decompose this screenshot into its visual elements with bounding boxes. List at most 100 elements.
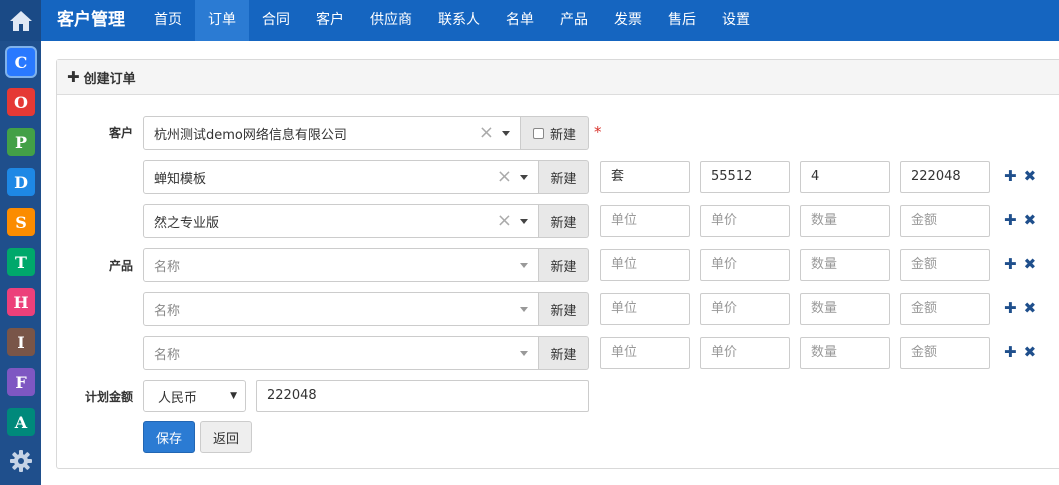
create-order-panel: ✚ 创建订单 客户 杭州测试demo网络信息有限公司 × 新建 * 产品 蝉知模板 × 新建套 5…	[56, 59, 1059, 469]
required-mark: *	[594, 123, 602, 141]
chevron-down-icon	[520, 350, 528, 356]
settings-button[interactable]	[7, 447, 35, 475]
save-button[interactable]: 保存	[143, 421, 195, 453]
new-product-button[interactable]: 新建	[539, 292, 589, 326]
nav-item[interactable]: 首页	[141, 0, 195, 41]
product-select[interactable]: 名称	[143, 292, 539, 326]
new-product-button[interactable]: 新建	[539, 204, 589, 238]
product-label: 产品	[108, 259, 133, 273]
chevron-down-icon	[502, 130, 510, 136]
chevron-down-icon	[520, 174, 528, 180]
price-input[interactable]: 单价	[700, 205, 790, 237]
currency-select[interactable]: 人民币 ▼	[143, 380, 246, 412]
app-icon-c[interactable]: C	[7, 48, 35, 76]
unit-input[interactable]: 单位	[600, 337, 690, 369]
qty-input[interactable]: 数量	[800, 205, 890, 237]
panel-title: 创建订单	[83, 71, 136, 87]
clear-icon[interactable]: ×	[479, 124, 494, 142]
customer-label: 客户	[108, 126, 133, 140]
new-product-button[interactable]: 新建	[539, 160, 589, 194]
nav-item[interactable]: 联系人	[425, 0, 493, 41]
remove-row-icon[interactable]: ✖	[1024, 211, 1037, 229]
chevron-down-icon	[520, 218, 528, 224]
row-actions: ✚ ✖	[1004, 343, 1036, 361]
app-icon-h[interactable]: H	[7, 288, 35, 316]
add-row-icon[interactable]: ✚	[1004, 211, 1017, 229]
price-input[interactable]: 单价	[700, 293, 790, 325]
clear-icon[interactable]: ×	[497, 168, 512, 186]
customer-select[interactable]: 杭州测试demo网络信息有限公司 ×	[143, 116, 521, 150]
row-actions: ✚ ✖	[1004, 211, 1036, 229]
new-product-button[interactable]: 新建	[539, 248, 589, 282]
app-icon-s[interactable]: S	[7, 208, 35, 236]
product-name: 名称	[154, 303, 181, 319]
nav-item[interactable]: 供应商	[357, 0, 425, 41]
unit-input[interactable]: 单位	[600, 293, 690, 325]
amount-input[interactable]: 金额	[900, 249, 990, 281]
qty-input[interactable]: 数量	[800, 249, 890, 281]
new-customer-label: 新建	[549, 127, 576, 143]
plan-amount-label: 计划金额	[84, 390, 133, 404]
nav-item[interactable]: 客户	[303, 0, 357, 41]
app-icon-a[interactable]: A	[7, 408, 35, 436]
nav-item[interactable]: 产品	[547, 0, 601, 41]
gear-icon	[10, 450, 32, 472]
new-product-button[interactable]: 新建	[539, 336, 589, 370]
remove-row-icon[interactable]: ✖	[1024, 299, 1037, 317]
amount-input[interactable]: 金额	[900, 337, 990, 369]
app-icon-t[interactable]: T	[7, 248, 35, 276]
checkbox-icon[interactable]	[532, 127, 544, 139]
price-input[interactable]: 单价	[700, 249, 790, 281]
price-input[interactable]: 55512	[700, 161, 790, 193]
nav-item[interactable]: 合同	[249, 0, 303, 41]
row-actions: ✚ ✖	[1004, 255, 1036, 273]
unit-input[interactable]: 单位	[600, 249, 690, 281]
app-icon-p[interactable]: P	[7, 128, 35, 156]
add-row-icon[interactable]: ✚	[1004, 343, 1017, 361]
panel-header: ✚ 创建订单	[57, 60, 1059, 95]
plus-icon: ✚	[67, 68, 80, 86]
nav-item[interactable]: 发票	[601, 0, 655, 41]
product-name: 名称	[154, 259, 181, 275]
caret-down-icon: ▼	[230, 391, 237, 401]
product-name: 然之专业版	[154, 215, 220, 231]
home-icon	[9, 10, 32, 31]
app-sidebar: COPDSTHIFA	[0, 41, 41, 485]
amount-input[interactable]: 金额	[900, 205, 990, 237]
nav-item[interactable]: 设置	[709, 0, 763, 41]
product-name: 名称	[154, 347, 181, 363]
product-select[interactable]: 蝉知模板 ×	[143, 160, 539, 194]
product-select[interactable]: 名称	[143, 248, 539, 282]
product-select[interactable]: 名称	[143, 336, 539, 370]
remove-row-icon[interactable]: ✖	[1024, 167, 1037, 185]
home-button[interactable]	[0, 0, 41, 41]
currency-value: 人民币	[158, 390, 198, 406]
add-row-icon[interactable]: ✚	[1004, 255, 1017, 273]
unit-input[interactable]: 套	[600, 161, 690, 193]
back-button[interactable]: 返回	[200, 421, 252, 453]
nav-item[interactable]: 名单	[493, 0, 547, 41]
qty-input[interactable]: 数量	[800, 337, 890, 369]
clear-icon[interactable]: ×	[497, 212, 512, 230]
price-input[interactable]: 单价	[700, 337, 790, 369]
plan-amount-input[interactable]: 222048	[256, 380, 589, 412]
qty-input[interactable]: 数量	[800, 293, 890, 325]
app-icon-f[interactable]: F	[7, 368, 35, 396]
remove-row-icon[interactable]: ✖	[1024, 255, 1037, 273]
app-title: 客户管理	[57, 10, 125, 30]
row-actions: ✚ ✖	[1004, 299, 1036, 317]
product-select[interactable]: 然之专业版 ×	[143, 204, 539, 238]
app-icon-d[interactable]: D	[7, 168, 35, 196]
app-icon-o[interactable]: O	[7, 88, 35, 116]
amount-input[interactable]: 222048	[900, 161, 990, 193]
unit-input[interactable]: 单位	[600, 205, 690, 237]
app-icon-i[interactable]: I	[7, 328, 35, 356]
nav-item[interactable]: 订单	[195, 0, 249, 41]
qty-input[interactable]: 4	[800, 161, 890, 193]
new-customer-checkbox[interactable]: 新建	[521, 116, 589, 150]
add-row-icon[interactable]: ✚	[1004, 299, 1017, 317]
remove-row-icon[interactable]: ✖	[1024, 343, 1037, 361]
amount-input[interactable]: 金额	[900, 293, 990, 325]
add-row-icon[interactable]: ✚	[1004, 167, 1017, 185]
nav-item[interactable]: 售后	[655, 0, 709, 41]
